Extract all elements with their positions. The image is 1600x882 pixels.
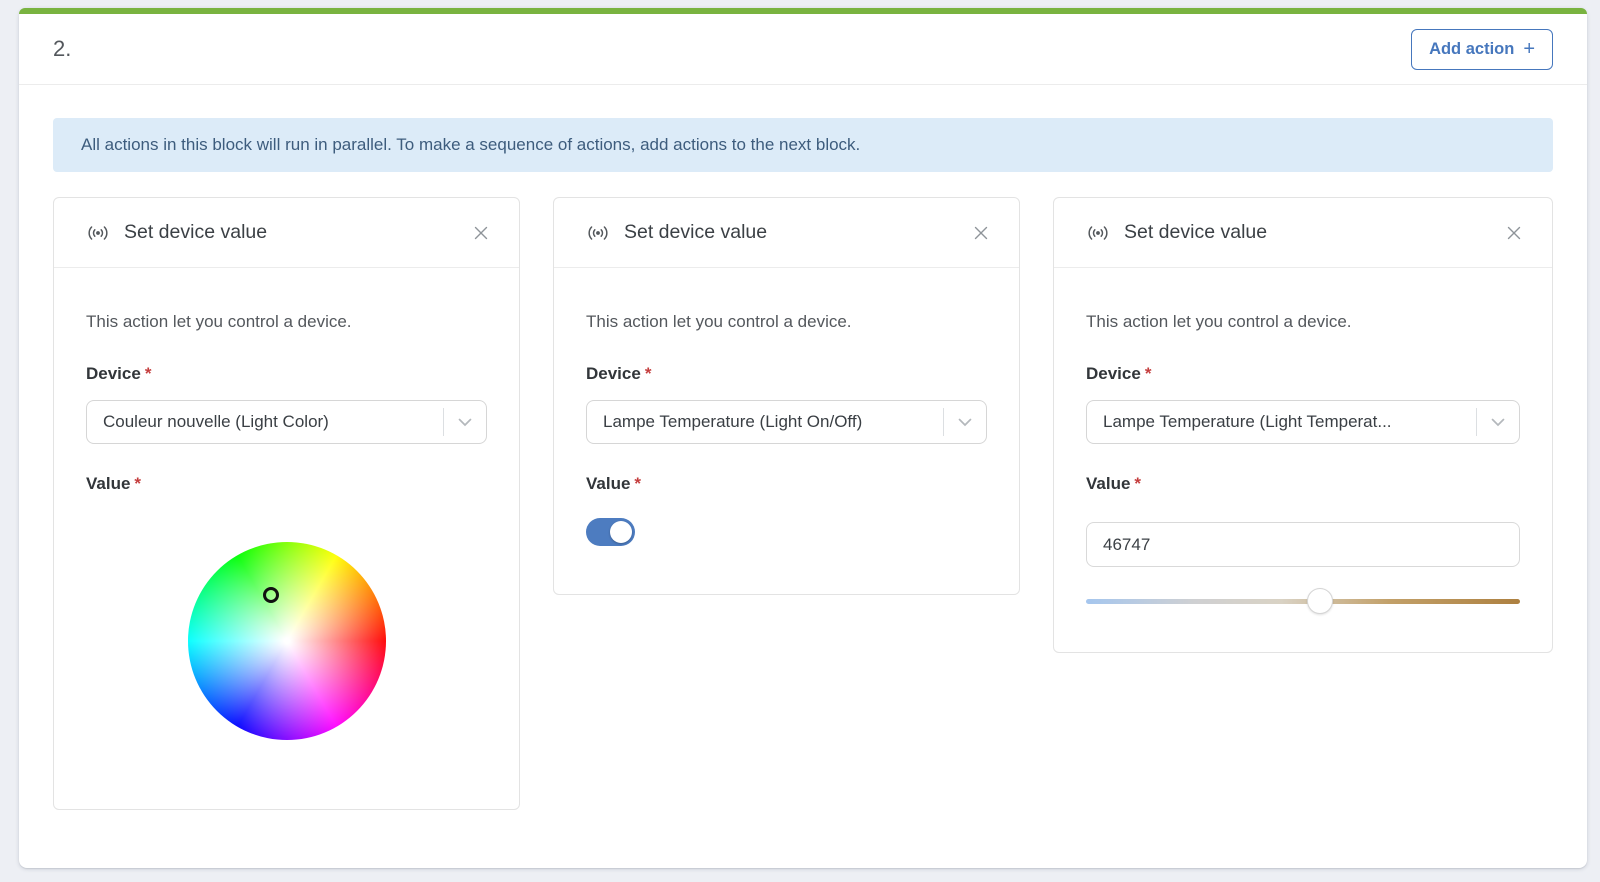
block-index: 2. [53,36,71,62]
plus-icon: + [1523,41,1535,57]
add-action-label: Add action [1429,40,1514,59]
value-label-text: Value [586,474,630,493]
toggle-knob [610,521,632,543]
color-wheel-selector[interactable] [263,587,279,603]
required-asterisk: * [134,474,141,493]
block-content: All actions in this block will run in pa… [19,85,1587,843]
action-card-light-temperature: Set device value This action let you con… [1053,197,1553,653]
broadcast-icon [86,224,110,242]
card-body: This action let you control a device. De… [54,268,519,809]
card-title: Set device value [624,221,969,244]
device-select[interactable]: Lampe Temperature (Light On/Off) [586,400,987,444]
value-toggle[interactable] [586,518,635,546]
required-asterisk: * [1134,474,1141,493]
value-field-label: Value* [586,474,987,494]
device-field-label: Device* [1086,364,1520,384]
card-header: Set device value [54,198,519,268]
card-body: This action let you control a device. De… [554,268,1019,594]
card-description: This action let you control a device. [586,310,987,334]
device-field-label: Device* [86,364,487,384]
select-separator [1476,408,1477,436]
required-asterisk: * [645,364,652,383]
actions-row: Set device value This action let you con… [53,197,1553,810]
block-header: 2. Add action + [19,14,1587,85]
color-wheel-wrap [188,542,386,740]
chevron-down-icon [458,418,472,427]
value-field-label: Value* [86,474,487,494]
card-description: This action let you control a device. [1086,310,1520,334]
temperature-slider-handle[interactable] [1307,588,1333,614]
chevron-down-icon [958,418,972,427]
required-asterisk: * [1145,364,1152,383]
device-label-text: Device [586,364,641,383]
card-title: Set device value [124,221,469,244]
card-title: Set device value [1124,221,1502,244]
add-action-button[interactable]: Add action + [1411,29,1553,70]
value-field-label: Value* [1086,474,1520,494]
parallel-info-banner: All actions in this block will run in pa… [53,118,1553,172]
broadcast-icon [586,224,610,242]
device-label-text: Device [86,364,141,383]
action-block-container: 2. Add action + All actions in this bloc… [19,8,1587,868]
required-asterisk: * [634,474,641,493]
temperature-slider[interactable] [1086,588,1520,614]
temperature-slider-track [1086,599,1520,604]
card-header: Set device value [554,198,1019,268]
device-select[interactable]: Lampe Temperature (Light Temperat... [1086,400,1520,444]
device-select[interactable]: Couleur nouvelle (Light Color) [86,400,487,444]
card-body: This action let you control a device. De… [1054,268,1552,652]
select-separator [443,408,444,436]
action-card-light-color: Set device value This action let you con… [53,197,520,810]
value-label-text: Value [1086,474,1130,493]
chevron-down-icon [1491,418,1505,427]
card-header: Set device value [1054,198,1552,268]
color-wheel[interactable] [188,542,386,740]
select-separator [943,408,944,436]
device-select-value: Couleur nouvelle (Light Color) [103,412,443,432]
close-icon[interactable] [969,221,993,245]
device-select-value: Lampe Temperature (Light Temperat... [1103,412,1476,432]
action-card-light-onoff: Set device value This action let you con… [553,197,1020,595]
card-description: This action let you control a device. [86,310,487,334]
device-field-label: Device* [586,364,987,384]
required-asterisk: * [145,364,152,383]
device-select-value: Lampe Temperature (Light On/Off) [603,412,943,432]
close-icon[interactable] [1502,221,1526,245]
value-number-input[interactable] [1086,522,1520,567]
close-icon[interactable] [469,221,493,245]
broadcast-icon [1086,224,1110,242]
device-label-text: Device [1086,364,1141,383]
value-label-text: Value [86,474,130,493]
